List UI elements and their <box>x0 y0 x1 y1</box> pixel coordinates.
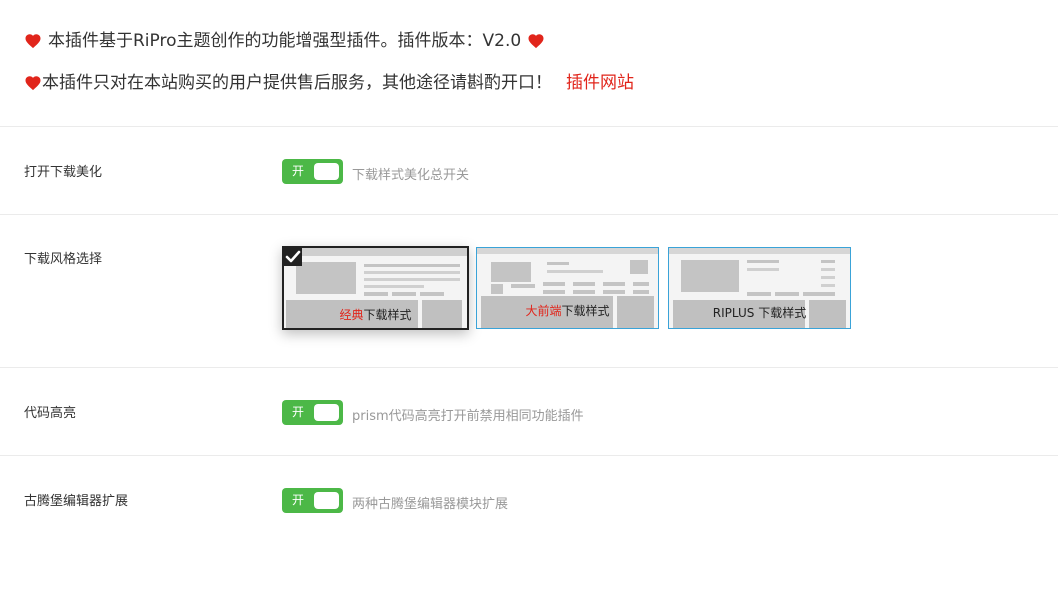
selected-check-icon <box>284 248 302 266</box>
caption-rest-text: RIPLUS 下载样式 <box>712 306 807 320</box>
setting-description: prism代码高亮打开前禁用相同功能插件 <box>352 409 584 424</box>
plugin-notice: 本插件基于RiPro主题创作的功能增强型插件。插件版本：V2.0 本插件只对在本… <box>0 0 1058 96</box>
style-option-caption: 大前端下载样式 <box>477 302 658 319</box>
caption-rest-text: 下载样式 <box>363 308 412 322</box>
setting-label: 古腾堡编辑器扩展 <box>24 494 129 509</box>
setting-row-download-beautify: 打开下载美化 开 下载样式美化总开关 <box>0 126 1058 214</box>
setting-label: 代码高亮 <box>24 406 77 421</box>
notice-line-support: 本插件只对在本站购买的用户提供售后服务，其他途径请斟酌开口！ 插件网站 <box>24 72 1058 94</box>
heart-icon <box>24 74 42 92</box>
style-option-classic[interactable]: 经典下载样式 <box>282 246 469 330</box>
toggle-knob <box>314 163 339 180</box>
toggle-on-text: 开 <box>292 493 305 507</box>
setting-description: 下载样式美化总开关 <box>352 168 470 183</box>
download-beautify-toggle[interactable]: 开 <box>282 159 343 184</box>
setting-description: 两种古腾堡编辑器模块扩展 <box>352 497 509 512</box>
heart-icon <box>527 32 545 50</box>
style-option-caption: RIPLUS 下载样式 <box>669 304 850 321</box>
setting-row-code-highlight: 代码高亮 开 prism代码高亮打开前禁用相同功能插件 <box>0 367 1058 455</box>
notice-line-version: 本插件基于RiPro主题创作的功能增强型插件。插件版本：V2.0 <box>24 30 1058 52</box>
style-option-riplus[interactable]: RIPLUS 下载样式 <box>668 247 851 329</box>
setting-row-download-style: 下载风格选择 经典下载样式 大前端下载样式 RIPLUS 下载样式 <box>0 214 1058 367</box>
toggle-on-text: 开 <box>292 405 305 419</box>
caption-accent-text: 经典 <box>339 308 364 322</box>
heart-icon <box>24 32 42 50</box>
setting-label: 下载风格选择 <box>24 252 103 267</box>
notice-support-text: 本插件只对在本站购买的用户提供售后服务，其他途径请斟酌开口！ <box>42 73 552 93</box>
caption-accent-text: 大前端 <box>525 304 562 318</box>
gutenberg-ext-toggle[interactable]: 开 <box>282 488 343 513</box>
notice-version-text: 本插件基于RiPro主题创作的功能增强型插件。插件版本：V2.0 <box>48 31 522 51</box>
style-option-dqd[interactable]: 大前端下载样式 <box>476 247 659 329</box>
style-option-caption: 经典下载样式 <box>284 306 467 323</box>
plugin-site-link[interactable]: 插件网站 <box>566 72 634 94</box>
toggle-knob <box>314 492 339 509</box>
caption-rest-text: 下载样式 <box>561 304 610 318</box>
toggle-on-text: 开 <box>292 164 305 178</box>
setting-row-gutenberg-ext: 古腾堡编辑器扩展 开 两种古腾堡编辑器模块扩展 <box>0 455 1058 607</box>
code-highlight-toggle[interactable]: 开 <box>282 400 343 425</box>
toggle-knob <box>314 404 339 421</box>
setting-label: 打开下载美化 <box>24 165 103 180</box>
